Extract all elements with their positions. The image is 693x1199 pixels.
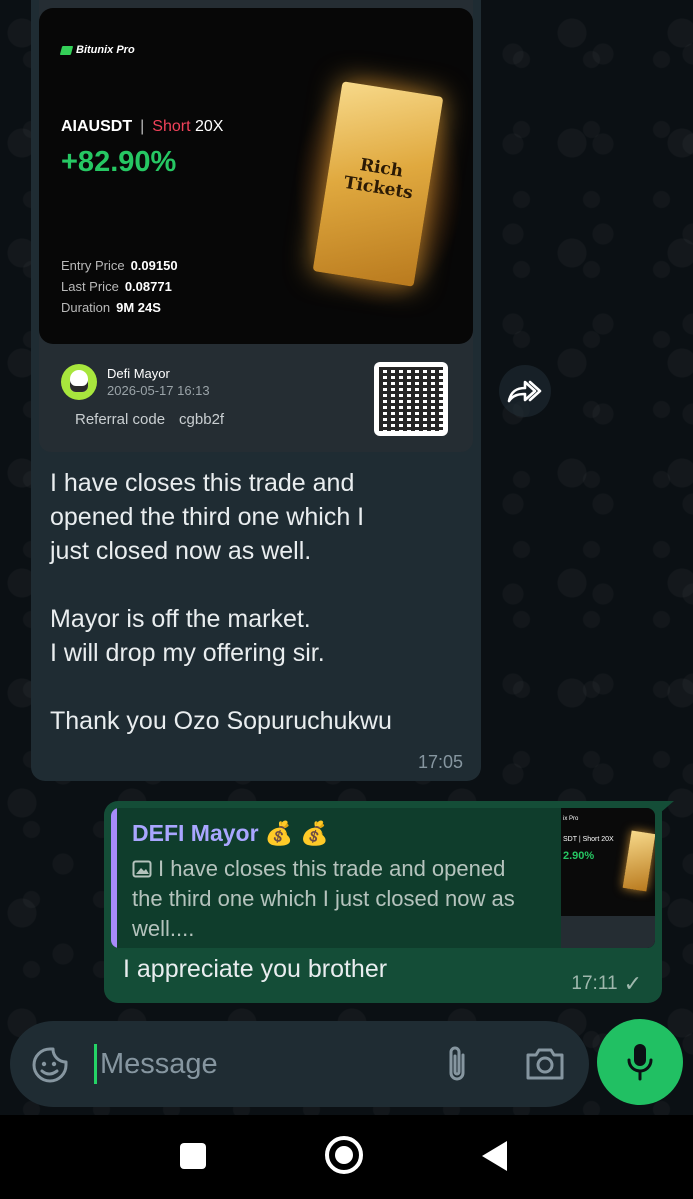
sent-check-icon: ✓: [623, 971, 642, 996]
user-date: 2026-05-17 16:13: [107, 383, 210, 398]
quote-text-content: I have closes this trade and opened the …: [132, 856, 515, 941]
text-caret: [94, 1044, 97, 1084]
trade-share-image[interactable]: Bitunix Pro AIAUSDT | Short 20X +82.90% …: [39, 0, 473, 452]
duration-label: Duration: [61, 300, 111, 315]
last-price-value: 0.08771: [124, 279, 172, 294]
trade-side-group: Short 20X: [152, 118, 223, 136]
outgoing-message-meta: 17:11 ✓: [571, 971, 642, 997]
thumb-pair: SDT | Short 20X: [563, 836, 614, 843]
quote-author: DEFI Mayor 💰 💰: [132, 820, 329, 846]
quoted-reply[interactable]: DEFI Mayor 💰 💰 I have closes this trade …: [111, 808, 655, 948]
thumb-brand: ix Pro: [563, 816, 579, 822]
back-button[interactable]: [482, 1141, 507, 1171]
incoming-message-time: 17:05: [417, 752, 463, 772]
attach-icon[interactable]: [441, 1043, 473, 1085]
referral-row: Referral code cgbb2f: [61, 411, 224, 428]
trade-side: Short: [152, 118, 191, 135]
bitunix-brand: Bitunix Pro: [59, 44, 135, 56]
trade-pair-line: AIAUSDT | Short 20X: [61, 118, 223, 136]
user-name: Defi Mayor: [107, 366, 170, 381]
thumb-footer: [561, 916, 655, 948]
outgoing-message-bubble[interactable]: DEFI Mayor 💰 💰 I have closes this trade …: [104, 801, 662, 1003]
outgoing-message-time: 17:11: [571, 973, 618, 994]
trade-card-user: Defi Mayor 2026-05-17 16:13: [61, 364, 210, 400]
forward-button[interactable]: [499, 365, 551, 417]
entry-price-row: Entry Price 0.09150: [61, 258, 178, 273]
entry-price-value: 0.09150: [130, 258, 178, 273]
message-input[interactable]: [100, 1041, 420, 1087]
image-icon: [132, 860, 152, 878]
trade-leverage: 20X: [194, 118, 224, 135]
duration-row: Duration 9M 24S: [61, 300, 161, 315]
incoming-message-text: I have closes this trade and opened the …: [50, 469, 392, 735]
user-avatar: [61, 364, 97, 400]
thumb-pnl: 2.90%: [563, 850, 595, 862]
home-button[interactable]: [325, 1136, 363, 1174]
entry-price-label: Entry Price: [61, 258, 125, 273]
trade-card-header: Bitunix Pro AIAUSDT | Short 20X +82.90% …: [39, 8, 473, 344]
recents-button[interactable]: [180, 1143, 206, 1169]
outgoing-message-text: I appreciate you brother: [123, 955, 388, 983]
duration-value: 9M 24S: [116, 300, 161, 315]
brand-label: Bitunix Pro: [76, 44, 135, 56]
pair-separator: |: [140, 118, 145, 135]
incoming-message-bubble[interactable]: Bitunix Pro AIAUSDT | Short 20X +82.90% …: [31, 0, 481, 781]
referral-label: Referral code: [75, 411, 166, 428]
last-price-label: Last Price: [61, 279, 119, 294]
ticket-text: Rich Tickets: [342, 155, 415, 204]
forward-icon: [507, 380, 542, 403]
last-price-row: Last Price 0.08771: [61, 279, 172, 294]
voice-message-button[interactable]: [597, 1019, 683, 1105]
user-info: Defi Mayor 2026-05-17 16:13: [107, 366, 210, 398]
thumb-ticket: [622, 830, 655, 892]
quote-accent-bar: [111, 808, 117, 948]
message-composer: [10, 1021, 589, 1107]
camera-icon[interactable]: [524, 1045, 566, 1083]
trade-pair: AIAUSDT: [61, 118, 133, 135]
qr-code-icon: [374, 362, 448, 436]
referral-code: cgbb2f: [179, 411, 225, 428]
microphone-icon: [627, 1044, 653, 1081]
sticker-icon[interactable]: [30, 1045, 70, 1085]
trade-pnl: +82.90%: [61, 146, 177, 178]
quote-thumbnail: ix Pro SDT | Short 20X 2.90%: [561, 808, 655, 948]
outgoing-bubble-tail: [660, 801, 674, 813]
system-nav-bar: [0, 1115, 693, 1199]
bitunix-logo-icon: [59, 45, 74, 55]
quote-text: I have closes this trade and opened the …: [132, 854, 542, 944]
